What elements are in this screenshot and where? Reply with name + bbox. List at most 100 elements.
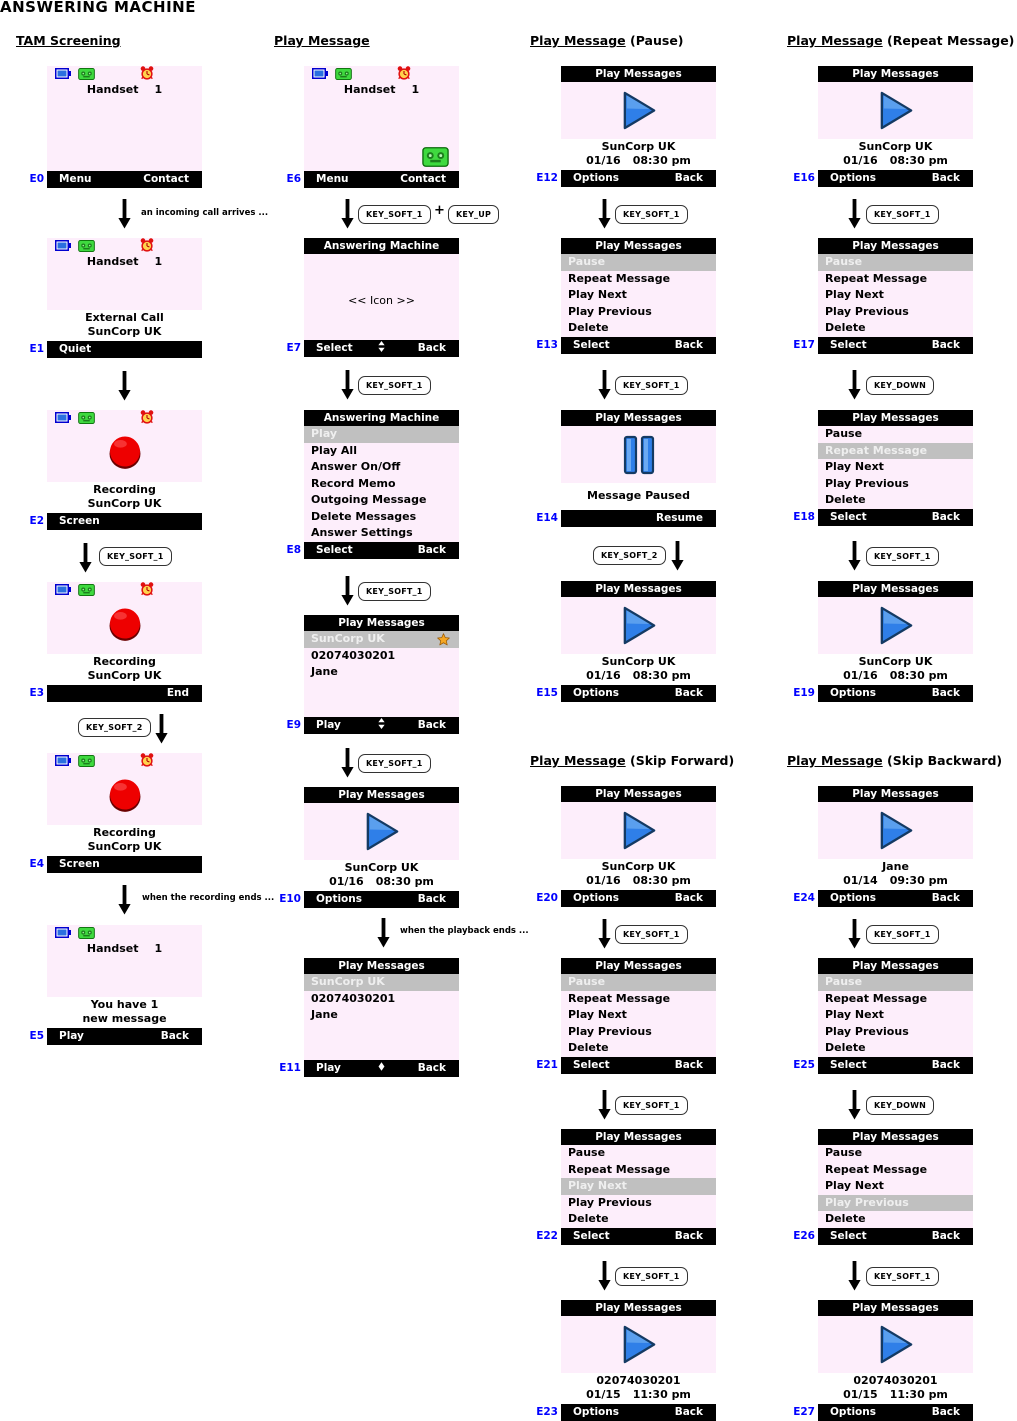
softkey-options[interactable]: Options <box>573 685 619 702</box>
softkey-quiet[interactable]: Quiet <box>59 341 91 358</box>
screen-body <box>818 1316 973 1373</box>
option-item-repeat-message[interactable]: Repeat Message <box>818 271 973 288</box>
screen-id: E9 <box>286 719 301 731</box>
softkey-back[interactable]: Back <box>932 1228 960 1245</box>
option-item-pause[interactable]: Pause <box>561 254 716 271</box>
softkey-options[interactable]: Options <box>830 685 876 702</box>
softkey-back[interactable]: Back <box>675 337 703 354</box>
softkey-contact[interactable]: Contact <box>400 171 446 188</box>
softkey-back[interactable]: Back <box>418 340 446 357</box>
softkey-select[interactable]: Select <box>830 1228 867 1245</box>
option-item-pause[interactable]: Pause <box>561 1145 716 1162</box>
softkey-back[interactable]: Back <box>418 542 446 559</box>
softkey-menu[interactable]: Menu <box>59 171 92 188</box>
key-down: KEY_DOWN <box>866 376 935 395</box>
softkey-back[interactable]: Back <box>418 717 446 734</box>
softkey-back[interactable]: Back <box>932 890 960 907</box>
message-item-suncorp[interactable]: SunCorp UK <box>304 631 459 648</box>
option-item-play-previous[interactable]: Play Previous <box>818 304 973 321</box>
softkey-back[interactable]: Back <box>932 685 960 702</box>
option-item-play-next[interactable]: Play Next <box>561 1178 716 1195</box>
option-item-play-next[interactable]: Play Next <box>818 287 973 304</box>
option-item-repeat-message[interactable]: Repeat Message <box>818 442 973 459</box>
softkey-menu[interactable]: Menu <box>316 171 349 188</box>
phone-screen-e24: Play Messages Jane 01/14 09:30 pm E24 Opt… <box>793 786 973 907</box>
menu-item-answer-settings[interactable]: Answer Settings <box>304 525 459 542</box>
menu-item-outgoing-message[interactable]: Outgoing Message <box>304 492 459 509</box>
softkey-options[interactable]: Options <box>830 170 876 187</box>
softkey-options[interactable]: Options <box>830 1404 876 1421</box>
option-item-pause[interactable]: Pause <box>818 426 973 443</box>
menu-item-delete-messages[interactable]: Delete Messages <box>304 509 459 526</box>
softkey-options[interactable]: Options <box>573 890 619 907</box>
option-item-pause[interactable]: Pause <box>818 1145 973 1162</box>
softkey-back[interactable]: Back <box>932 170 960 187</box>
message-item-suncorp[interactable]: SunCorp UK <box>304 974 459 991</box>
softkey-back[interactable]: Back <box>161 1028 189 1045</box>
option-item-pause[interactable]: Pause <box>561 974 716 991</box>
softkey-select[interactable]: Select <box>316 542 353 559</box>
softkey-contact[interactable]: Contact <box>143 171 189 188</box>
option-item-play-previous[interactable]: Play Previous <box>561 304 716 321</box>
softkey-select[interactable]: Select <box>573 1228 610 1245</box>
option-item-repeat-message[interactable]: Repeat Message <box>561 991 716 1008</box>
menu-item-record-memo[interactable]: Record Memo <box>304 476 459 493</box>
menu-item-answer-on-off[interactable]: Answer On/Off <box>304 459 459 476</box>
option-item-delete[interactable]: Delete <box>818 492 973 509</box>
message-item-number[interactable]: 02074030201 <box>304 648 459 665</box>
option-item-play-next[interactable]: Play Next <box>818 1007 973 1024</box>
softkey-select[interactable]: Select <box>830 509 867 526</box>
option-item-delete[interactable]: Delete <box>561 1211 716 1228</box>
option-item-play-previous[interactable]: Play Previous <box>818 1024 973 1041</box>
softkey-options[interactable]: Options <box>573 170 619 187</box>
option-item-play-next[interactable]: Play Next <box>561 1007 716 1024</box>
option-item-delete[interactable]: Delete <box>818 320 973 337</box>
softkey-select[interactable]: Select <box>573 337 610 354</box>
option-item-play-next[interactable]: Play Next <box>818 459 973 476</box>
softkey-end[interactable]: End <box>167 685 189 702</box>
softkey-back[interactable]: Back <box>675 1228 703 1245</box>
softkey-back[interactable]: Back <box>418 891 446 908</box>
option-item-play-previous[interactable]: Play Previous <box>818 1194 973 1211</box>
softkey-screen[interactable]: Screen <box>59 513 100 530</box>
softkey-screen[interactable]: Screen <box>59 856 100 873</box>
option-item-play-previous[interactable]: Play Previous <box>561 1024 716 1041</box>
softkey-back[interactable]: Back <box>675 170 703 187</box>
softkey-back[interactable]: Back <box>675 1404 703 1421</box>
option-item-play-next[interactable]: Play Next <box>818 1178 973 1195</box>
option-item-delete[interactable]: Delete <box>561 320 716 337</box>
softkey-back[interactable]: Back <box>418 1060 446 1077</box>
option-item-pause[interactable]: Pause <box>818 974 973 991</box>
softkey-back[interactable]: Back <box>932 1404 960 1421</box>
softkey-back[interactable]: Back <box>932 1057 960 1074</box>
softkey-options[interactable]: Options <box>573 1404 619 1421</box>
softkey-play[interactable]: Play <box>59 1028 84 1045</box>
option-item-repeat-message[interactable]: Repeat Message <box>561 271 716 288</box>
softkey-back[interactable]: Back <box>932 509 960 526</box>
menu-item-play-all[interactable]: Play All <box>304 443 459 460</box>
softkey-options[interactable]: Options <box>316 891 362 908</box>
option-item-delete[interactable]: Delete <box>818 1211 973 1228</box>
softkey-select[interactable]: Select <box>573 1057 610 1074</box>
option-item-play-previous[interactable]: Play Previous <box>818 476 973 493</box>
option-item-delete[interactable]: Delete <box>818 1040 973 1057</box>
message-item-number[interactable]: 02074030201 <box>304 991 459 1008</box>
softkey-resume[interactable]: Resume <box>656 510 703 527</box>
option-item-pause[interactable]: Pause <box>818 254 973 271</box>
softkey-options[interactable]: Options <box>830 890 876 907</box>
option-item-repeat-message[interactable]: Repeat Message <box>561 1162 716 1179</box>
option-item-play-previous[interactable]: Play Previous <box>561 1195 716 1212</box>
message-item-jane[interactable]: Jane <box>304 664 459 681</box>
option-item-delete[interactable]: Delete <box>561 1040 716 1057</box>
softkey-back[interactable]: Back <box>675 1057 703 1074</box>
message-item-jane[interactable]: Jane <box>304 1007 459 1024</box>
option-item-play-next[interactable]: Play Next <box>561 287 716 304</box>
softkey-select[interactable]: Select <box>830 337 867 354</box>
softkey-select[interactable]: Select <box>830 1057 867 1074</box>
softkey-back[interactable]: Back <box>932 337 960 354</box>
menu-item-play[interactable]: Play <box>304 426 459 443</box>
softkey-back[interactable]: Back <box>675 890 703 907</box>
option-item-repeat-message[interactable]: Repeat Message <box>818 991 973 1008</box>
option-item-repeat-message[interactable]: Repeat Message <box>818 1162 973 1179</box>
softkey-back[interactable]: Back <box>675 685 703 702</box>
